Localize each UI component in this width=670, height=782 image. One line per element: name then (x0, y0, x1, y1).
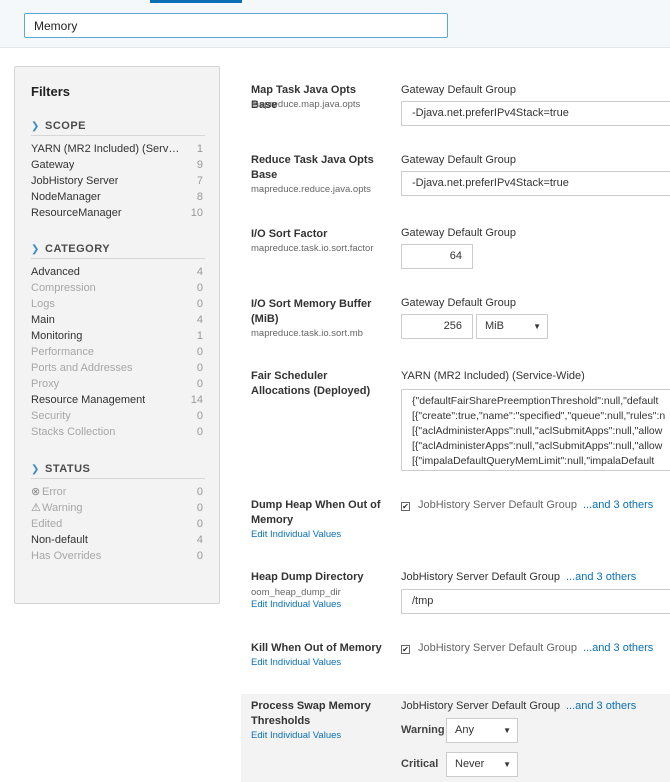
prop-name: Heap Dump Directory (251, 571, 364, 583)
filter-item[interactable]: YARN (MR2 Included) (Servic... 1 (31, 141, 205, 157)
filter-item: Logs 0 (31, 298, 203, 310)
filter-item[interactable]: ResourceManager 10 (31, 205, 205, 221)
filter-item: Performance 0 (31, 346, 203, 358)
prop-name: I/O Sort Memory Buffer (MiB) (251, 298, 372, 325)
prop-scope: Gateway Default Group (401, 227, 516, 239)
filter-section-category: ❯ CATEGORY Advanced 4 Compression 0 Logs 0 … (31, 243, 205, 440)
filter-item: ⚠Warning 0 (31, 502, 203, 514)
prop-name: Kill When Out of Memory (251, 642, 382, 654)
edit-individual-values-link[interactable]: Edit Individual Values (251, 599, 341, 610)
filter-item: ⊗ Error 0 (31, 486, 203, 498)
filter-item: Security 0 (31, 410, 203, 422)
filter-item[interactable]: Main 4 (31, 312, 205, 328)
warning-icon: ⚠ (31, 502, 41, 514)
heap-dump-dir-input[interactable]: /tmp (401, 589, 670, 614)
prop-name: Dump Heap When Out of Memory (251, 499, 381, 526)
critical-threshold-select[interactable]: Never ▼ (446, 752, 518, 777)
prop-heap-dump-directory: Heap Dump Directory oom_heap_dump_dir Ed… (241, 566, 670, 638)
prop-reduce-task-java-opts: Reduce Task Java Opts Base mapreduce.red… (241, 136, 670, 208)
filter-item: Has Overrides 0 (31, 550, 203, 562)
prop-process-swap-thresholds: Process Swap Memory Thresholds Edit Indi… (241, 694, 670, 782)
and-others-link[interactable]: ...and 3 others (566, 571, 636, 583)
io-sort-factor-input[interactable]: 64 (401, 244, 473, 269)
prop-scope: Gateway Default Group (401, 84, 516, 96)
status-header[interactable]: ❯ STATUS (31, 463, 205, 479)
filter-item[interactable]: NodeManager 8 (31, 189, 205, 205)
prop-kill-when-oom: Kill When Out of Memory Edit Individual … (241, 638, 670, 696)
dump-heap-checkbox[interactable]: ✔ (401, 502, 410, 511)
reduce-java-opts-input[interactable]: -Djava.net.preferIPv4Stack=true (401, 171, 670, 196)
prop-name: Process Swap Memory Thresholds (251, 700, 371, 727)
edit-individual-values-link[interactable]: Edit Individual Values (251, 529, 341, 540)
and-others-link[interactable]: ...and 3 others (583, 642, 653, 654)
prop-name: I/O Sort Factor (251, 228, 328, 240)
warning-label: Warning (401, 724, 445, 736)
prop-scope: JobHistory Server Default Group ...and 3 … (418, 642, 654, 654)
filter-section-scope: ❯ SCOPE YARN (MR2 Included) (Servic... 1 … (31, 120, 205, 221)
caret-down-icon: ▼ (533, 322, 541, 331)
io-sort-mb-unit-select[interactable]: MiB ▼ (476, 314, 548, 339)
filter-item[interactable]: JobHistory Server 7 (31, 173, 205, 189)
prop-name: Fair Scheduler Allocations (Deployed) (251, 370, 371, 397)
caret-down-icon: ▼ (503, 760, 511, 769)
prop-key: mapreduce.task.io.sort.factor (251, 243, 374, 254)
fair-scheduler-textarea[interactable]: {"defaultFairSharePreemptionThreshold":n… (401, 389, 670, 471)
prop-scope: YARN (MR2 Included) (Service-Wide) (401, 370, 585, 382)
prop-scope: JobHistory Server Default Group ...and 3 … (401, 571, 637, 583)
filters-panel: Filters ❯ SCOPE YARN (MR2 Included) (Ser… (14, 66, 220, 604)
prop-scope: Gateway Default Group (401, 297, 516, 309)
scope-header[interactable]: ❯ SCOPE (31, 120, 205, 136)
prop-scope: JobHistory Server Default Group ...and 3 … (401, 700, 637, 712)
edit-individual-values-link[interactable]: Edit Individual Values (251, 657, 341, 668)
kill-oom-checkbox[interactable]: ✔ (401, 645, 410, 654)
chevron-down-icon: ❯ (31, 243, 40, 255)
filter-section-status: ❯ STATUS ⊗ Error 0 ⚠Warning 0 Edited 0 Non-d… (31, 463, 205, 564)
prop-io-sort-factor: I/O Sort Factor mapreduce.task.io.sort.f… (241, 208, 670, 278)
search-input[interactable] (24, 13, 448, 38)
prop-key: mapreduce.map.java.opts (251, 99, 361, 110)
filter-item[interactable]: Advanced 4 (31, 264, 205, 280)
caret-down-icon: ▼ (503, 726, 511, 735)
chevron-down-icon: ❯ (31, 463, 40, 475)
and-others-link[interactable]: ...and 3 others (566, 700, 636, 712)
edit-individual-values-link[interactable]: Edit Individual Values (251, 730, 341, 741)
prop-io-sort-memory-buffer: I/O Sort Memory Buffer (MiB) mapreduce.t… (241, 278, 670, 358)
filter-item: Edited 0 (31, 518, 203, 530)
filter-item: Compression 0 (31, 282, 203, 294)
prop-map-task-java-opts: Map Task Java Opts Base mapreduce.map.ja… (241, 66, 670, 136)
prop-scope: JobHistory Server Default Group ...and 3 … (418, 499, 654, 511)
filter-item: Stacks Collection 0 (31, 426, 203, 438)
filter-item[interactable]: Gateway 9 (31, 157, 205, 173)
filter-item[interactable]: Non-default 4 (31, 532, 205, 548)
prop-key: mapreduce.task.io.sort.mb (251, 328, 363, 339)
top-tab-bar (0, 0, 670, 48)
filter-item: Ports and Addresses 0 (31, 362, 203, 374)
filter-item[interactable]: Monitoring 1 (31, 328, 205, 344)
critical-label: Critical (401, 758, 439, 770)
prop-key: mapreduce.reduce.java.opts (251, 184, 371, 195)
and-others-link[interactable]: ...and 3 others (583, 499, 653, 511)
active-tab-indicator (150, 0, 242, 3)
filter-item[interactable]: Resource Management 14 (31, 392, 205, 408)
error-icon: ⊗ (31, 486, 41, 498)
filter-item: Proxy 0 (31, 378, 203, 390)
prop-name: Reduce Task Java Opts Base (251, 154, 374, 181)
chevron-down-icon: ❯ (31, 120, 40, 132)
prop-dump-heap-oom: Dump Heap When Out of Memory Edit Indivi… (241, 488, 670, 566)
map-java-opts-input[interactable]: -Djava.net.preferIPv4Stack=true (401, 101, 670, 126)
filters-title: Filters (31, 84, 71, 99)
prop-scope: Gateway Default Group (401, 154, 516, 166)
warning-threshold-select[interactable]: Any ▼ (446, 718, 518, 743)
prop-key: oom_heap_dump_dir (251, 587, 341, 598)
io-sort-mb-input[interactable]: 256 (401, 314, 473, 339)
category-header[interactable]: ❯ CATEGORY (31, 243, 205, 259)
